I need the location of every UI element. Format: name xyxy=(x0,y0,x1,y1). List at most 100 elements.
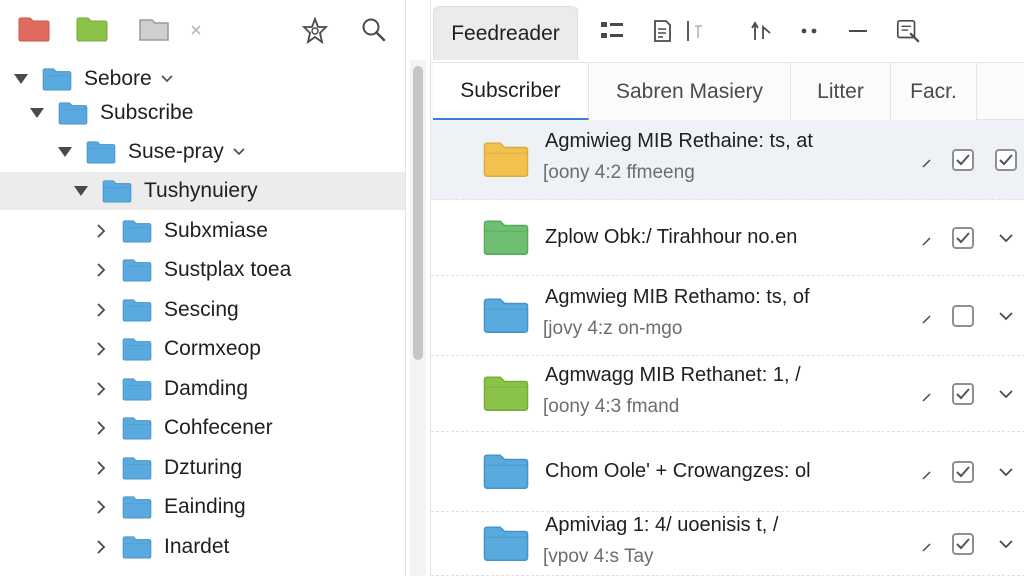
item-checkbox[interactable] xyxy=(952,461,974,483)
feed-item-title: Chom Oole' + Crowangzes: ol xyxy=(545,460,811,482)
chevron-right-icon[interactable] xyxy=(92,301,110,319)
tab-litter[interactable]: Litter xyxy=(791,63,891,120)
edit-icon[interactable] xyxy=(921,540,933,552)
tree-item-label: Eainding xyxy=(164,495,246,518)
folder-icon xyxy=(122,258,152,282)
folder-icon xyxy=(483,374,529,412)
feed-item[interactable]: Agmwieg MIB Rethamo: ts, of [jovy 4:z on-… xyxy=(431,276,1024,356)
tree-item[interactable]: Subscribe xyxy=(0,94,405,132)
search-icon[interactable] xyxy=(360,16,388,44)
tab-bar: Subscriber Sabren Masiery Litter Facr. xyxy=(431,62,1024,120)
chevron-down-icon[interactable] xyxy=(997,535,1015,553)
tree-item-label: Inardet xyxy=(164,535,230,558)
item-secondary-checkbox[interactable] xyxy=(995,149,1017,171)
item-checkbox[interactable] xyxy=(952,227,974,249)
tree-item-label: Cormxeop xyxy=(164,337,261,360)
feed-item[interactable]: Agmiwieg MIB Rethaine: ts, at [oony 4:2 f… xyxy=(431,120,1024,200)
chevron-right-icon[interactable] xyxy=(92,538,110,556)
tree-item-label: Damding xyxy=(164,377,249,400)
tree-item[interactable]: Subxmiase xyxy=(0,212,405,250)
folder-icon xyxy=(483,296,529,334)
item-checkbox[interactable] xyxy=(952,533,974,555)
folder-icon xyxy=(122,377,152,401)
tree-item-label: Subxmiase xyxy=(164,219,268,242)
chevron-down-icon[interactable] xyxy=(160,74,174,84)
chevron-right-icon[interactable] xyxy=(92,498,110,516)
tree-item[interactable]: Dzturing xyxy=(0,449,405,487)
tree-item[interactable]: Damding xyxy=(0,370,405,408)
tab-facr[interactable]: Facr. xyxy=(891,63,977,120)
chevron-down-icon[interactable] xyxy=(997,307,1015,325)
folder-icon xyxy=(483,218,529,256)
list-view-icon[interactable] xyxy=(599,18,625,44)
edit-icon[interactable] xyxy=(921,234,933,246)
tree-item[interactable]: Suse-pray xyxy=(0,133,405,171)
tree-item[interactable]: Eainding xyxy=(0,488,405,526)
tree-scrollbar-thumb[interactable] xyxy=(413,66,423,360)
chevron-right-icon[interactable] xyxy=(92,340,110,358)
folder-icon xyxy=(122,219,152,243)
feed-item-subtitle: [oony 4:2 ffmeeng xyxy=(543,162,695,183)
feed-item-title: Zplow Obk:/ Tirahhour no.en xyxy=(545,226,798,248)
feed-item-title: Apmiviag 1: 4/ uoenisis t, / xyxy=(545,514,779,536)
expand-triangle-icon[interactable] xyxy=(72,182,90,200)
expand-triangle-icon[interactable] xyxy=(56,143,74,161)
folder-icon xyxy=(483,140,529,178)
chevron-down-icon[interactable] xyxy=(997,385,1015,403)
chevron-right-icon[interactable] xyxy=(92,380,110,398)
tree-item[interactable]: Cohfecener xyxy=(0,409,405,447)
green-folder-icon[interactable] xyxy=(76,16,108,42)
expand-triangle-icon[interactable] xyxy=(12,70,30,88)
tree-item-label: Suse-pray xyxy=(128,140,224,163)
feed-item-title: Agmiwieg MIB Rethaine: ts, at xyxy=(545,130,813,152)
edit-icon[interactable] xyxy=(921,312,933,324)
edit-note-icon[interactable] xyxy=(895,18,921,44)
tree-item[interactable]: Sescing xyxy=(0,291,405,329)
chevron-down-icon[interactable] xyxy=(997,463,1015,481)
move-up-icon[interactable] xyxy=(749,18,775,44)
feed-item-subtitle: [vpov 4:s Tay xyxy=(543,546,654,567)
feed-item-subtitle: [oony 4:3 fmand xyxy=(543,396,680,417)
tree-item-label: Sebore xyxy=(84,67,152,90)
item-checkbox[interactable] xyxy=(952,149,974,171)
folder-icon xyxy=(58,101,88,125)
star-settings-icon[interactable] xyxy=(300,16,330,46)
folder-icon xyxy=(122,456,152,480)
document-icon[interactable] xyxy=(649,18,675,44)
item-checkbox[interactable] xyxy=(952,305,974,327)
edit-icon[interactable] xyxy=(921,468,933,480)
edit-icon[interactable] xyxy=(921,390,933,402)
chevron-down-icon[interactable] xyxy=(997,229,1015,247)
more-icon[interactable] xyxy=(797,18,823,44)
tab-sabren-masiery[interactable]: Sabren Masiery xyxy=(589,63,791,120)
item-checkbox[interactable] xyxy=(952,383,974,405)
tree-item-label: Subscribe xyxy=(100,101,194,124)
tree-item[interactable]: Cormxeop xyxy=(0,330,405,368)
chevron-right-icon[interactable] xyxy=(92,419,110,437)
chevron-down-icon[interactable] xyxy=(232,147,246,157)
folder-icon xyxy=(122,416,152,440)
minimize-icon[interactable] xyxy=(845,18,871,44)
tree-item-label: Sustplax toea xyxy=(164,258,292,281)
flag-icon[interactable] xyxy=(138,18,170,42)
tree-item[interactable]: Sebore xyxy=(0,60,405,98)
tree-item[interactable]: Inardet xyxy=(0,528,405,566)
chevron-down-icon[interactable] xyxy=(188,22,204,38)
app-tab-feedreader[interactable]: Feedreader xyxy=(433,6,578,60)
feed-item[interactable]: Zplow Obk:/ Tirahhour no.en xyxy=(431,200,1024,276)
tree-item[interactable]: Sustplax toea xyxy=(0,251,405,289)
feed-item[interactable]: Agmwagg MIB Rethanet: 1, / [oony 4:3 fman… xyxy=(431,356,1024,432)
folder-icon xyxy=(122,535,152,559)
feed-item[interactable]: Apmiviag 1: 4/ uoenisis t, / [vpov 4:s Ta… xyxy=(431,512,1024,576)
tree-item[interactable]: Tushynuiery xyxy=(0,172,405,210)
chevron-right-icon[interactable] xyxy=(92,459,110,477)
feed-item[interactable]: Chom Oole' + Crowangzes: ol xyxy=(431,432,1024,512)
expand-triangle-icon[interactable] xyxy=(28,104,46,122)
separator-icon xyxy=(681,18,707,44)
edit-icon[interactable] xyxy=(921,156,933,168)
chevron-right-icon[interactable] xyxy=(92,261,110,279)
red-folder-icon[interactable] xyxy=(18,16,50,42)
chevron-right-icon[interactable] xyxy=(92,222,110,240)
tab-subscriber[interactable]: Subscriber xyxy=(433,63,589,120)
right-toolbar: Feedreader xyxy=(431,0,1024,62)
